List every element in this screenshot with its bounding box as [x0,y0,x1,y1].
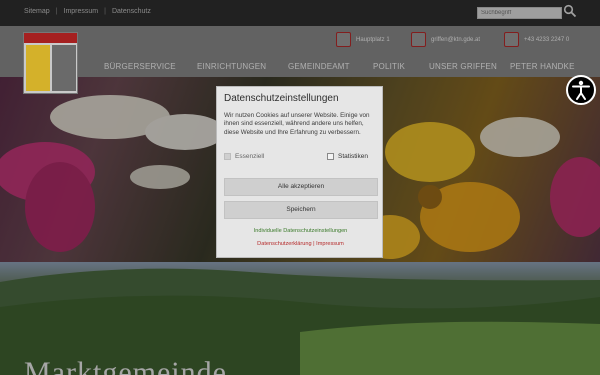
accessibility-icon [572,80,590,100]
individual-settings-link[interactable]: Individuelle Datenschutzeinstellungen [217,228,384,234]
statistics-label[interactable]: Statistiken [338,153,368,160]
dialog-title: Datenschutzeinstellungen [224,93,339,104]
accept-all-button[interactable]: Alle akzeptieren [224,178,378,196]
essential-checkbox [224,153,231,160]
crest-red-band [24,33,77,43]
dialog-text: Wir nutzen Cookies auf unserer Website. … [224,112,370,136]
privacy-settings-dialog: Datenschutzeinstellungen Wir nutzen Cook… [216,86,383,258]
imprint-link[interactable]: Impressum [316,241,344,247]
essential-checkbox-row: Essenziell [224,153,264,160]
privacy-links: Datenschutzerklärung | Impressum [217,241,384,247]
statistics-checkbox-row[interactable]: Statistiken [327,153,368,160]
municipality-crest-logo[interactable] [23,32,78,94]
essential-label: Essenziell [235,153,265,160]
statistics-checkbox[interactable] [327,153,334,160]
privacy-policy-link[interactable]: Datenschutzerklärung [257,241,311,247]
crest-left-field [26,45,50,91]
crest-right-field [52,45,76,91]
save-button[interactable]: Speichern [224,201,378,219]
accessibility-button[interactable] [566,75,596,105]
